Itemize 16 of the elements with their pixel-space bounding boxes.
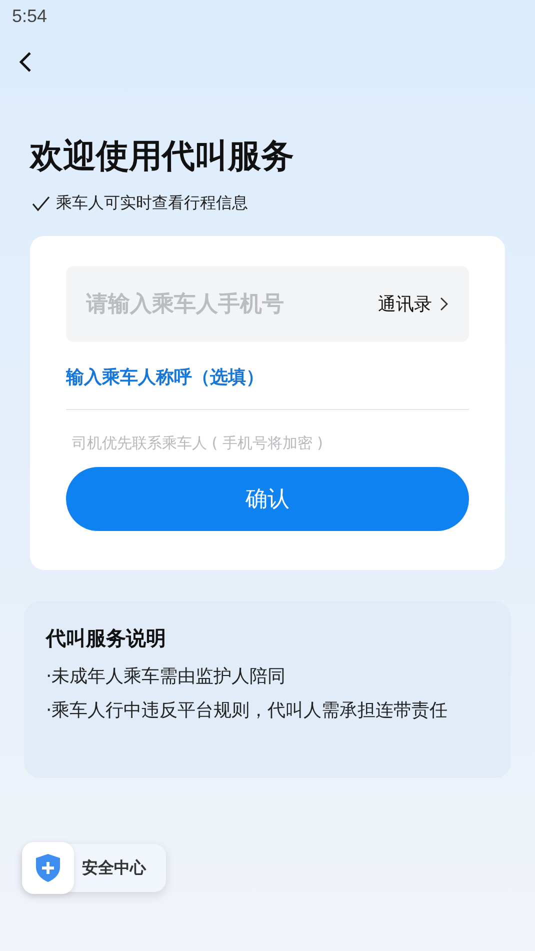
page-title: 欢迎使用代叫服务 xyxy=(30,135,295,177)
status-time: 5:54 xyxy=(12,6,48,26)
shield-icon xyxy=(35,853,61,883)
hint-text: 司机优先联系乘车人 ( 手机号将加密 ) xyxy=(71,434,324,453)
back-icon[interactable] xyxy=(18,51,32,73)
safety-center-button[interactable]: 安全中心 xyxy=(22,844,166,892)
info-item: ·未成年人乘车需由监护人陪同 xyxy=(46,665,287,689)
chevron-icon xyxy=(440,297,449,311)
confirm-button[interactable]: 确认 xyxy=(66,467,469,531)
info-item: ·乘车人行中违反平台规则，代叫人需承担连带责任 xyxy=(46,699,449,723)
check-icon xyxy=(32,196,50,212)
subtitle: 乘车人可实时查看行程信息 xyxy=(56,193,248,214)
info-title: 代叫服务说明 xyxy=(46,625,167,652)
name-field[interactable]: 输入乘车人称呼（选填） xyxy=(66,342,469,410)
contacts-link[interactable]: 通讯录 xyxy=(378,292,449,316)
phone-field[interactable]: 请输入乘车人手机号 通讯录 xyxy=(66,266,469,342)
